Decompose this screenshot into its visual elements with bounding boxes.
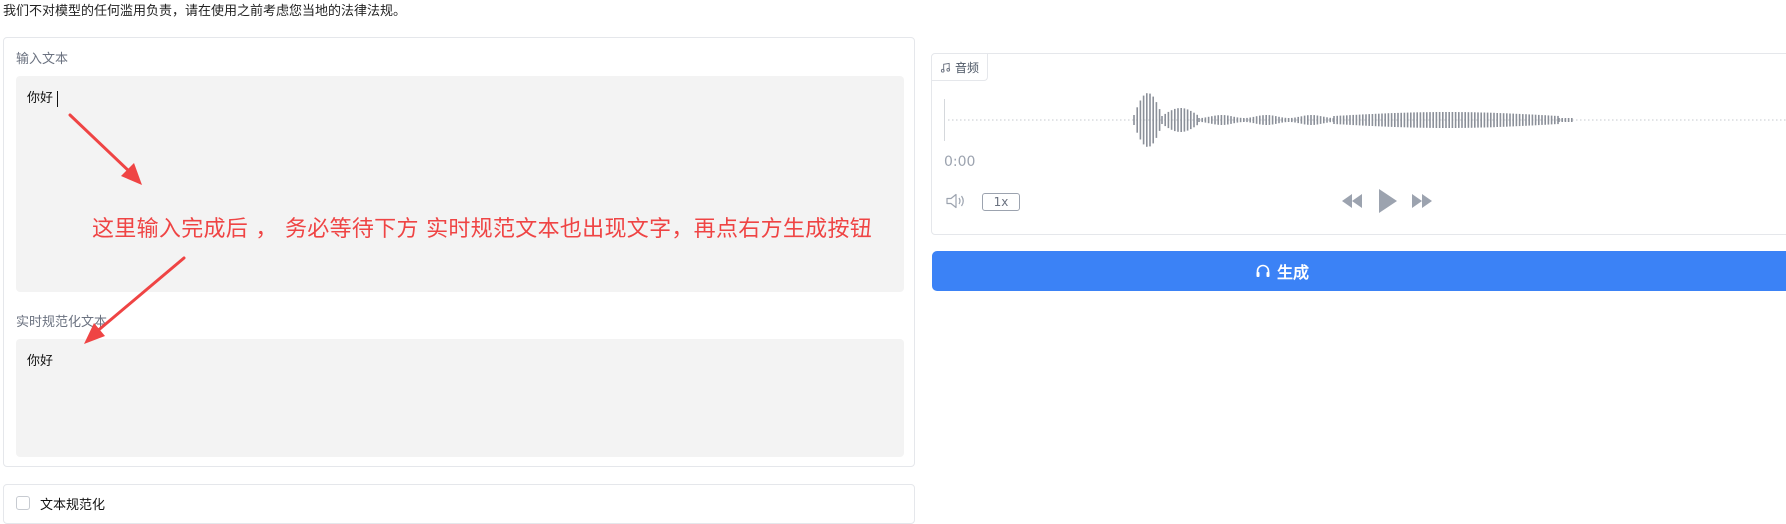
- headphones-icon: [1256, 264, 1270, 277]
- normalize-checkbox-label[interactable]: 文本规范化: [40, 494, 105, 513]
- input-text-value: 你好: [27, 91, 54, 106]
- normalized-text-value: 你好: [27, 354, 54, 369]
- normalize-checkbox[interactable]: [16, 496, 30, 510]
- playback-speed-button[interactable]: 1x: [982, 193, 1020, 211]
- options-panel: 文本规范化: [3, 484, 915, 524]
- audio-tab-label: 音频: [955, 60, 980, 75]
- normalized-text-area[interactable]: 你好: [16, 339, 904, 457]
- disclaimer-text: 我们不对模型的任何滥用负责，请在使用之前考虑您当地的法律法规。: [3, 4, 407, 19]
- volume-icon[interactable]: [944, 192, 966, 210]
- fast-forward-icon[interactable]: [1409, 190, 1435, 212]
- text-input-panel: 输入文本 你好 实时规范化文本 你好: [3, 37, 915, 467]
- audio-waveform[interactable]: [944, 90, 1786, 150]
- input-text-area[interactable]: 你好: [16, 76, 904, 292]
- normalized-text-label: 实时规范化文本: [16, 315, 108, 330]
- instruction-annotation: 这里输入完成后 ， 务必等待下方 实时规范文本也出现文字，再点右方生成按钮: [92, 217, 873, 242]
- time-display: 0:00: [944, 154, 976, 170]
- audio-panel: 音频 0:00 1x: [931, 53, 1786, 235]
- waveform-bars: [1133, 93, 1573, 147]
- input-text-label: 输入文本: [16, 52, 69, 67]
- generate-button[interactable]: 生成: [932, 251, 1786, 291]
- play-icon[interactable]: [1375, 187, 1399, 215]
- rewind-icon[interactable]: [1339, 190, 1365, 212]
- audio-tab: 音频: [932, 54, 989, 81]
- text-caret: [57, 90, 59, 107]
- music-note-icon: [940, 62, 951, 73]
- generate-button-label: 生成: [1276, 263, 1309, 282]
